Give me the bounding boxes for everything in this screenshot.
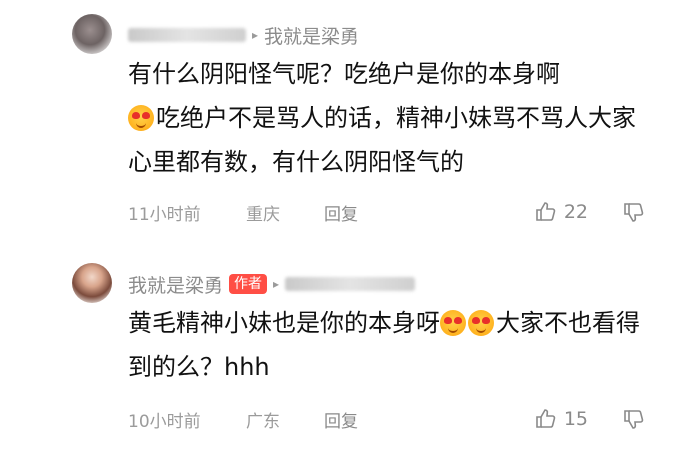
like-button[interactable]: 22 — [534, 200, 588, 224]
comment-meta: 10小时前 广东 回复 15 — [128, 405, 646, 433]
comment-meta: 11小时前 重庆 回复 22 — [128, 198, 646, 226]
reply-arrow-icon: ▸ — [252, 28, 259, 42]
like-count: 15 — [563, 408, 588, 430]
comment-time: 11小时前 — [128, 204, 201, 225]
comment-item: ▸ 我就是梁勇 有什么阴阳怪气呢？吃绝户是你的本身啊 吃绝户不是骂人的话，精神小… — [0, 0, 676, 245]
comment-item: 我就是梁勇 作者 ▸ 黄毛精神小妹也是你的本身呀 大家不也看得到的么？hhh 10… — [0, 255, 676, 455]
heart-eyes-emoji-icon — [440, 310, 466, 336]
comment-location: 重庆 — [246, 204, 280, 225]
comment-location: 广东 — [246, 411, 280, 432]
like-count: 22 — [563, 201, 588, 223]
author-username[interactable]: 我就是梁勇 — [128, 271, 223, 298]
heart-eyes-emoji-icon — [128, 105, 154, 131]
comment-header: 我就是梁勇 作者 ▸ — [128, 271, 416, 298]
thumbs-up-icon — [534, 200, 558, 224]
comment-text-line-1: 黄毛精神小妹也是你的本身呀 — [128, 309, 440, 337]
comment-text-line-1: 有什么阴阳怪气呢？吃绝户是你的本身啊 — [128, 60, 560, 88]
like-button[interactable]: 15 — [534, 407, 588, 431]
comment-text: 有什么阴阳怪气呢？吃绝户是你的本身啊 吃绝户不是骂人的话，精神小妹骂不骂人大家心… — [128, 52, 648, 184]
comment-time: 10小时前 — [128, 411, 201, 432]
avatar[interactable] — [72, 14, 112, 54]
comment-text-line-2: 吃绝户不是骂人的话，精神小妹骂不骂人大家心里都有数，有什么阴阳怪气的 — [128, 104, 636, 176]
reply-to-username[interactable]: 我就是梁勇 — [264, 22, 359, 49]
thumbs-down-icon[interactable] — [622, 407, 646, 431]
thumbs-up-icon — [534, 407, 558, 431]
heart-eyes-emoji-icon — [468, 310, 494, 336]
reply-arrow-icon: ▸ — [273, 277, 280, 291]
reply-button[interactable]: 回复 — [324, 200, 404, 225]
comment-text: 黄毛精神小妹也是你的本身呀 大家不也看得到的么？hhh — [128, 301, 648, 389]
avatar[interactable] — [72, 263, 112, 303]
comment-header: ▸ 我就是梁勇 — [128, 22, 359, 48]
author-badge: 作者 — [229, 274, 268, 294]
thumbs-down-icon[interactable] — [622, 200, 646, 224]
reply-button[interactable]: 回复 — [324, 407, 404, 432]
blurred-username[interactable] — [285, 277, 416, 291]
blurred-username[interactable] — [128, 28, 246, 42]
